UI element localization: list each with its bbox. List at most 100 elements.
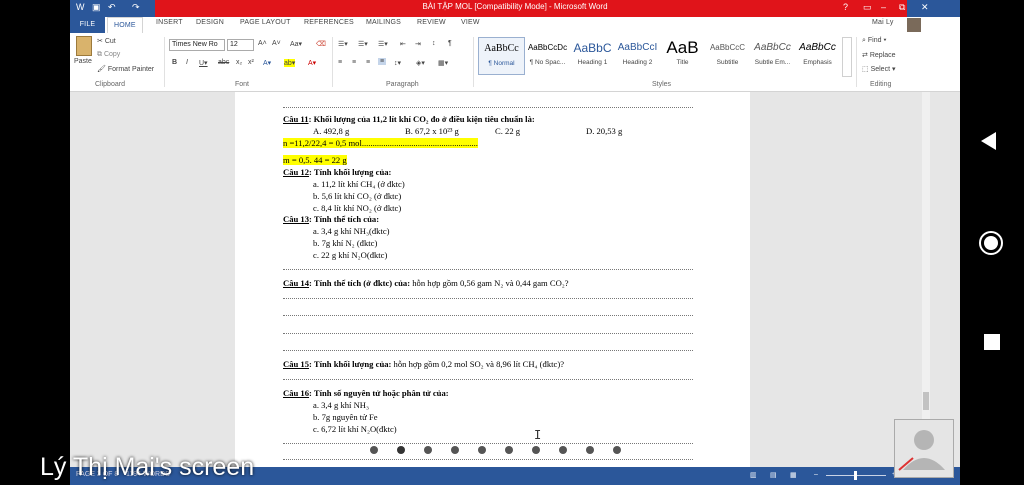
title-bar: W ▣ ↶ ↷ BÀI TẬP MOL [Compatibility Mode]…: [70, 0, 960, 17]
find-button[interactable]: ⌕ Find ▾: [862, 37, 886, 45]
shading-icon[interactable]: ◈▾: [416, 59, 425, 67]
tab-view[interactable]: VIEW: [461, 19, 480, 26]
superscript-icon[interactable]: x²: [248, 59, 254, 66]
copy-button[interactable]: ⧉ Copy: [97, 51, 120, 59]
page-dot: [613, 446, 621, 454]
align-left-icon[interactable]: ≡: [338, 59, 342, 66]
tab-review[interactable]: REVIEW: [417, 19, 446, 26]
style-no-spacing[interactable]: AaBbCcDc ¶ No Spac...: [525, 37, 570, 73]
scrollbar-thumb[interactable]: [923, 392, 929, 410]
strikethrough-icon[interactable]: abc: [218, 59, 229, 66]
dotted-line: [283, 442, 693, 444]
user-avatar[interactable]: [907, 18, 921, 32]
style-subtle-emphasis[interactable]: AaBbCc Subtle Em...: [750, 37, 795, 73]
styles-group-label: Styles: [652, 81, 672, 88]
q13-item-b: b. 7g khí N₂ (đktc): [313, 238, 378, 248]
style-heading-2[interactable]: AaBbCcI Heading 2: [615, 37, 660, 73]
align-right-icon[interactable]: ≡: [366, 59, 370, 66]
ribbon: Paste ✂ Cut ⧉ Copy 🖌 Format Painter Clip…: [70, 33, 960, 92]
clear-format-icon[interactable]: ⌫: [316, 40, 326, 48]
sort-icon[interactable]: ↕: [432, 40, 436, 47]
question-13: Câu 13: Tính thể tích của:: [283, 214, 380, 224]
format-painter-button[interactable]: 🖌 Format Painter: [97, 65, 154, 73]
style-title[interactable]: AaB Title: [660, 37, 705, 73]
home-icon[interactable]: [978, 230, 1004, 256]
vertical-scrollbar[interactable]: [922, 92, 930, 467]
font-family-select[interactable]: Times New Ro: [169, 39, 225, 51]
participant-avatar[interactable]: [894, 419, 954, 478]
q11-option-b: B. 67,2 x 10²³ g: [405, 126, 459, 136]
decrease-indent-icon[interactable]: ⇤: [400, 40, 406, 48]
restore-button[interactable]: ⧉: [899, 2, 905, 14]
back-icon[interactable]: [978, 130, 1000, 152]
select-button[interactable]: ⬚ Select ▾: [862, 65, 896, 73]
text-cursor-icon: I: [534, 428, 542, 442]
editing-group-label: Editing: [870, 81, 892, 88]
ribbon-display-button[interactable]: ▭: [863, 2, 872, 14]
subscript-icon[interactable]: x₂: [236, 59, 242, 66]
separator: [473, 37, 474, 87]
help-button[interactable]: ?: [843, 2, 848, 14]
close-button[interactable]: ✕: [921, 2, 929, 14]
cut-button[interactable]: ✂ Cut: [97, 37, 116, 45]
page-indicator-dots: [370, 446, 630, 456]
paste-icon[interactable]: [76, 36, 92, 56]
grow-font-icon[interactable]: A˄: [258, 40, 267, 47]
read-mode-icon[interactable]: ▥: [750, 471, 757, 479]
user-name[interactable]: Mai Ly: [872, 19, 894, 26]
bullets-icon[interactable]: ☰▾: [338, 40, 348, 48]
separator: [332, 37, 333, 87]
dotted-line: [283, 314, 693, 316]
style-normal[interactable]: AaBbCc ¶ Normal: [478, 37, 525, 75]
zoom-out-icon[interactable]: –: [814, 471, 818, 478]
text-effects-icon[interactable]: A▾: [263, 59, 271, 67]
align-center-icon[interactable]: ≡: [352, 59, 356, 66]
zoom-slider-thumb[interactable]: [854, 471, 857, 480]
show-marks-icon[interactable]: ¶: [448, 40, 452, 47]
paste-button[interactable]: Paste: [74, 58, 92, 65]
web-layout-icon[interactable]: ▦: [790, 471, 797, 479]
justify-icon[interactable]: ≡: [378, 58, 387, 65]
line-spacing-icon[interactable]: ↕▾: [394, 59, 401, 67]
question-16: Câu 16: Tính số nguyên tử hoặc phân tử c…: [283, 388, 449, 398]
tab-home[interactable]: HOME: [107, 17, 143, 34]
dotted-line: [283, 297, 693, 299]
minimize-button[interactable]: –: [881, 2, 886, 14]
italic-icon[interactable]: I: [186, 59, 188, 66]
tab-insert[interactable]: INSERT: [156, 19, 183, 26]
question-11: Câu 11: Khối lượng của 11,2 lít khí CO₂ …: [283, 114, 535, 124]
increase-indent-icon[interactable]: ⇥: [415, 40, 421, 48]
change-case-icon[interactable]: Aa▾: [290, 40, 302, 48]
font-color-icon[interactable]: A▾: [308, 59, 316, 67]
page-dot: [451, 446, 459, 454]
q13-item-a: a. 3,4 g khí NH₃(đktc): [313, 226, 390, 236]
q12-item-b: b. 5,6 lít khí CO₂ (ở đktc): [313, 191, 402, 201]
bold-icon[interactable]: B: [172, 59, 177, 66]
replace-button[interactable]: ⇄ Replace: [862, 51, 896, 59]
tab-mailings[interactable]: MAILINGS: [366, 19, 401, 26]
styles-scroll[interactable]: [842, 37, 852, 77]
ribbon-tabs: FILE HOME INSERT DESIGN PAGE LAYOUT REFE…: [70, 17, 960, 34]
recents-icon[interactable]: [983, 333, 1001, 351]
paragraph-group-label: Paragraph: [386, 81, 419, 88]
q11-option-c: C. 22 g: [495, 126, 521, 136]
shrink-font-icon[interactable]: A˅: [272, 40, 281, 47]
page-dot: [478, 446, 486, 454]
underline-icon[interactable]: U▾: [199, 59, 208, 67]
style-subtitle[interactable]: AaBbCcC Subtitle: [705, 37, 750, 73]
tab-file[interactable]: FILE: [70, 17, 105, 33]
font-size-select[interactable]: 12: [227, 39, 254, 51]
dotted-line: [283, 349, 693, 351]
numbering-icon[interactable]: ☰▾: [358, 40, 368, 48]
print-layout-icon[interactable]: ▤: [770, 471, 777, 479]
style-heading-1[interactable]: AaBbC Heading 1: [570, 37, 615, 73]
style-emphasis[interactable]: AaBbCc Emphasis: [795, 37, 840, 73]
highlight-icon[interactable]: ab▾: [284, 59, 296, 67]
multilevel-list-icon[interactable]: ☰▾: [378, 40, 388, 48]
tab-references[interactable]: REFERENCES: [304, 19, 354, 26]
tab-design[interactable]: DESIGN: [196, 19, 224, 26]
page-dot: [370, 446, 378, 454]
borders-icon[interactable]: ▦▾: [438, 59, 448, 67]
document-page[interactable]: Câu 11: Khối lượng của 11,2 lít khí CO₂ …: [235, 92, 750, 467]
tab-page-layout[interactable]: PAGE LAYOUT: [240, 19, 291, 26]
